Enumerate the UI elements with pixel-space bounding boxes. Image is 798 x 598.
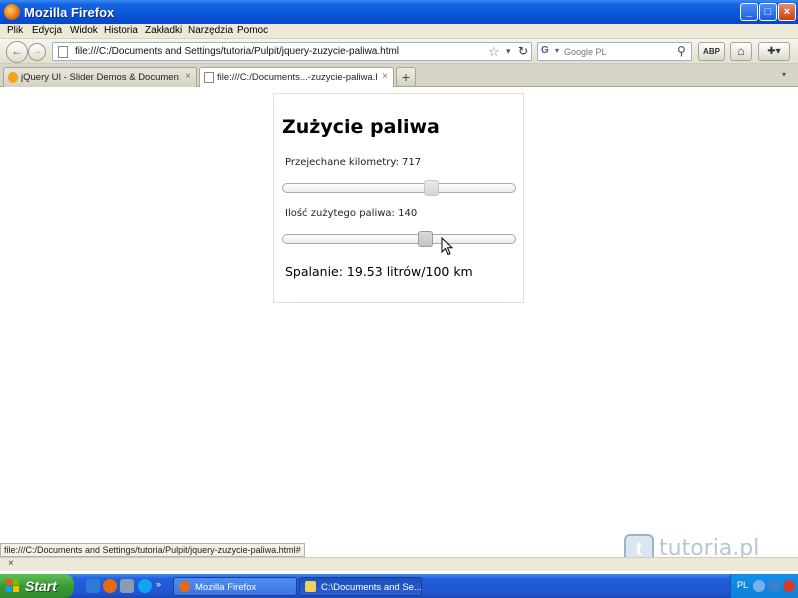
- reload-icon[interactable]: ↻: [518, 44, 528, 58]
- new-tab-button[interactable]: +: [396, 67, 416, 87]
- minimize-button[interactable]: _: [740, 3, 758, 21]
- fuel-calculator-panel: Zużycie paliwa Przejechane kilometry: 71…: [273, 93, 524, 303]
- navigation-toolbar: ← → file:///C:/Documents and Settings/tu…: [0, 39, 798, 64]
- menu-bar: Plik Edycja Widok Historia Zakładki Narz…: [0, 24, 798, 39]
- task-label: Mozilla Firefox: [195, 582, 257, 593]
- status-url: file:///C:/Documents and Settings/tutori…: [0, 543, 305, 557]
- close-tab-icon[interactable]: ×: [185, 71, 191, 82]
- start-button[interactable]: Start: [0, 574, 74, 598]
- task-label: C:\Documents and Se...: [321, 582, 422, 593]
- menu-item-edycja[interactable]: Edycja: [32, 25, 62, 36]
- window-title: Mozilla Firefox: [24, 5, 115, 20]
- menu-item-pomoc[interactable]: Pomoc: [237, 25, 268, 36]
- menu-item-zakladki[interactable]: Zakładki: [145, 25, 182, 36]
- quicklaunch-desktop-icon[interactable]: [86, 579, 100, 593]
- tab-label: jQuery UI - Slider Demos & Documentation: [21, 72, 179, 83]
- quicklaunch-app-icon[interactable]: [120, 579, 134, 593]
- page-heading: Zużycie paliwa: [282, 116, 440, 138]
- menu-item-widok[interactable]: Widok: [70, 25, 98, 36]
- fuel-slider-handle[interactable]: [417, 231, 433, 247]
- windows-taskbar: Start » Mozilla Firefox C:\Documents and…: [0, 574, 798, 598]
- folder-icon: [305, 581, 316, 592]
- menu-item-narzedzia[interactable]: Narzędzia: [188, 25, 233, 36]
- system-tray: PL: [730, 574, 798, 598]
- adblock-button[interactable]: ABP: [698, 42, 725, 61]
- forward-icon[interactable]: →: [28, 43, 46, 61]
- firefox-icon: [179, 581, 190, 592]
- menu-item-plik[interactable]: Plik: [7, 25, 23, 36]
- puzzle-icon[interactable]: ✚▾: [758, 42, 790, 61]
- km-slider-handle[interactable]: [424, 180, 440, 196]
- start-label: Start: [25, 578, 57, 594]
- back-icon[interactable]: ←: [6, 41, 28, 63]
- page-content: Zużycie paliwa Przejechane kilometry: 71…: [0, 87, 798, 557]
- language-indicator[interactable]: PL: [737, 580, 748, 590]
- tab-zuzycie-paliwa[interactable]: file:///C:/Documents...-zuzycie-paliwa.h…: [199, 67, 394, 88]
- windows-logo-icon: [6, 579, 19, 592]
- search-box[interactable]: G ▾ ⚲: [537, 42, 692, 61]
- tab-jquery-ui-slider[interactable]: jQuery UI - Slider Demos & Documentation…: [3, 67, 197, 87]
- fuel-label: Ilość zużytego paliwa: 140: [285, 208, 418, 219]
- mouse-cursor-icon: [441, 237, 454, 256]
- url-text[interactable]: file:///C:/Documents and Settings/tutori…: [75, 46, 399, 57]
- page-icon: [204, 72, 214, 83]
- address-bar[interactable]: file:///C:/Documents and Settings/tutori…: [52, 42, 532, 61]
- km-slider[interactable]: [282, 180, 516, 196]
- tab-bar: jQuery UI - Slider Demos & Documentation…: [0, 64, 798, 88]
- quicklaunch-firefox-icon[interactable]: [103, 579, 117, 593]
- close-button[interactable]: ×: [778, 3, 796, 21]
- quicklaunch-more-icon[interactable]: »: [156, 579, 164, 593]
- taskbar-button-firefox[interactable]: Mozilla Firefox: [173, 577, 297, 596]
- fuel-slider[interactable]: [282, 231, 516, 247]
- search-icon[interactable]: ⚲: [677, 44, 686, 58]
- close-tab-icon[interactable]: ×: [382, 71, 388, 82]
- tab-list-icon[interactable]: ▾: [782, 70, 786, 79]
- tab-label: file:///C:/Documents...-zuzycie-paliwa.h…: [217, 72, 377, 83]
- close-findbar-icon[interactable]: ×: [8, 558, 14, 569]
- window-titlebar[interactable]: Mozilla Firefox _ □ ×: [0, 0, 798, 24]
- taskbar-button-explorer[interactable]: C:\Documents and Se...: [299, 577, 422, 596]
- maximize-button[interactable]: □: [759, 3, 777, 21]
- tray-network-icon[interactable]: [753, 580, 765, 592]
- jquery-favicon-icon: [8, 72, 18, 83]
- firefox-logo-icon: [4, 4, 20, 20]
- km-label: Przejechane kilometry: 717: [285, 157, 422, 168]
- chevron-down-icon[interactable]: ▾: [506, 46, 511, 57]
- google-icon[interactable]: G: [541, 45, 553, 57]
- home-icon[interactable]: ⌂: [730, 42, 752, 61]
- star-icon[interactable]: ☆: [488, 44, 500, 60]
- menu-item-historia[interactable]: Historia: [104, 25, 138, 36]
- quicklaunch-skype-icon[interactable]: [138, 579, 152, 593]
- search-engine-dropdown-icon[interactable]: ▾: [555, 46, 559, 55]
- find-bar: ×: [0, 557, 798, 571]
- page-icon: [58, 46, 68, 58]
- tray-security-icon[interactable]: [783, 580, 795, 592]
- search-input[interactable]: [564, 45, 674, 58]
- tray-volume-icon[interactable]: [768, 580, 780, 592]
- consumption-result: Spalanie: 19.53 litrów/100 km: [285, 264, 473, 279]
